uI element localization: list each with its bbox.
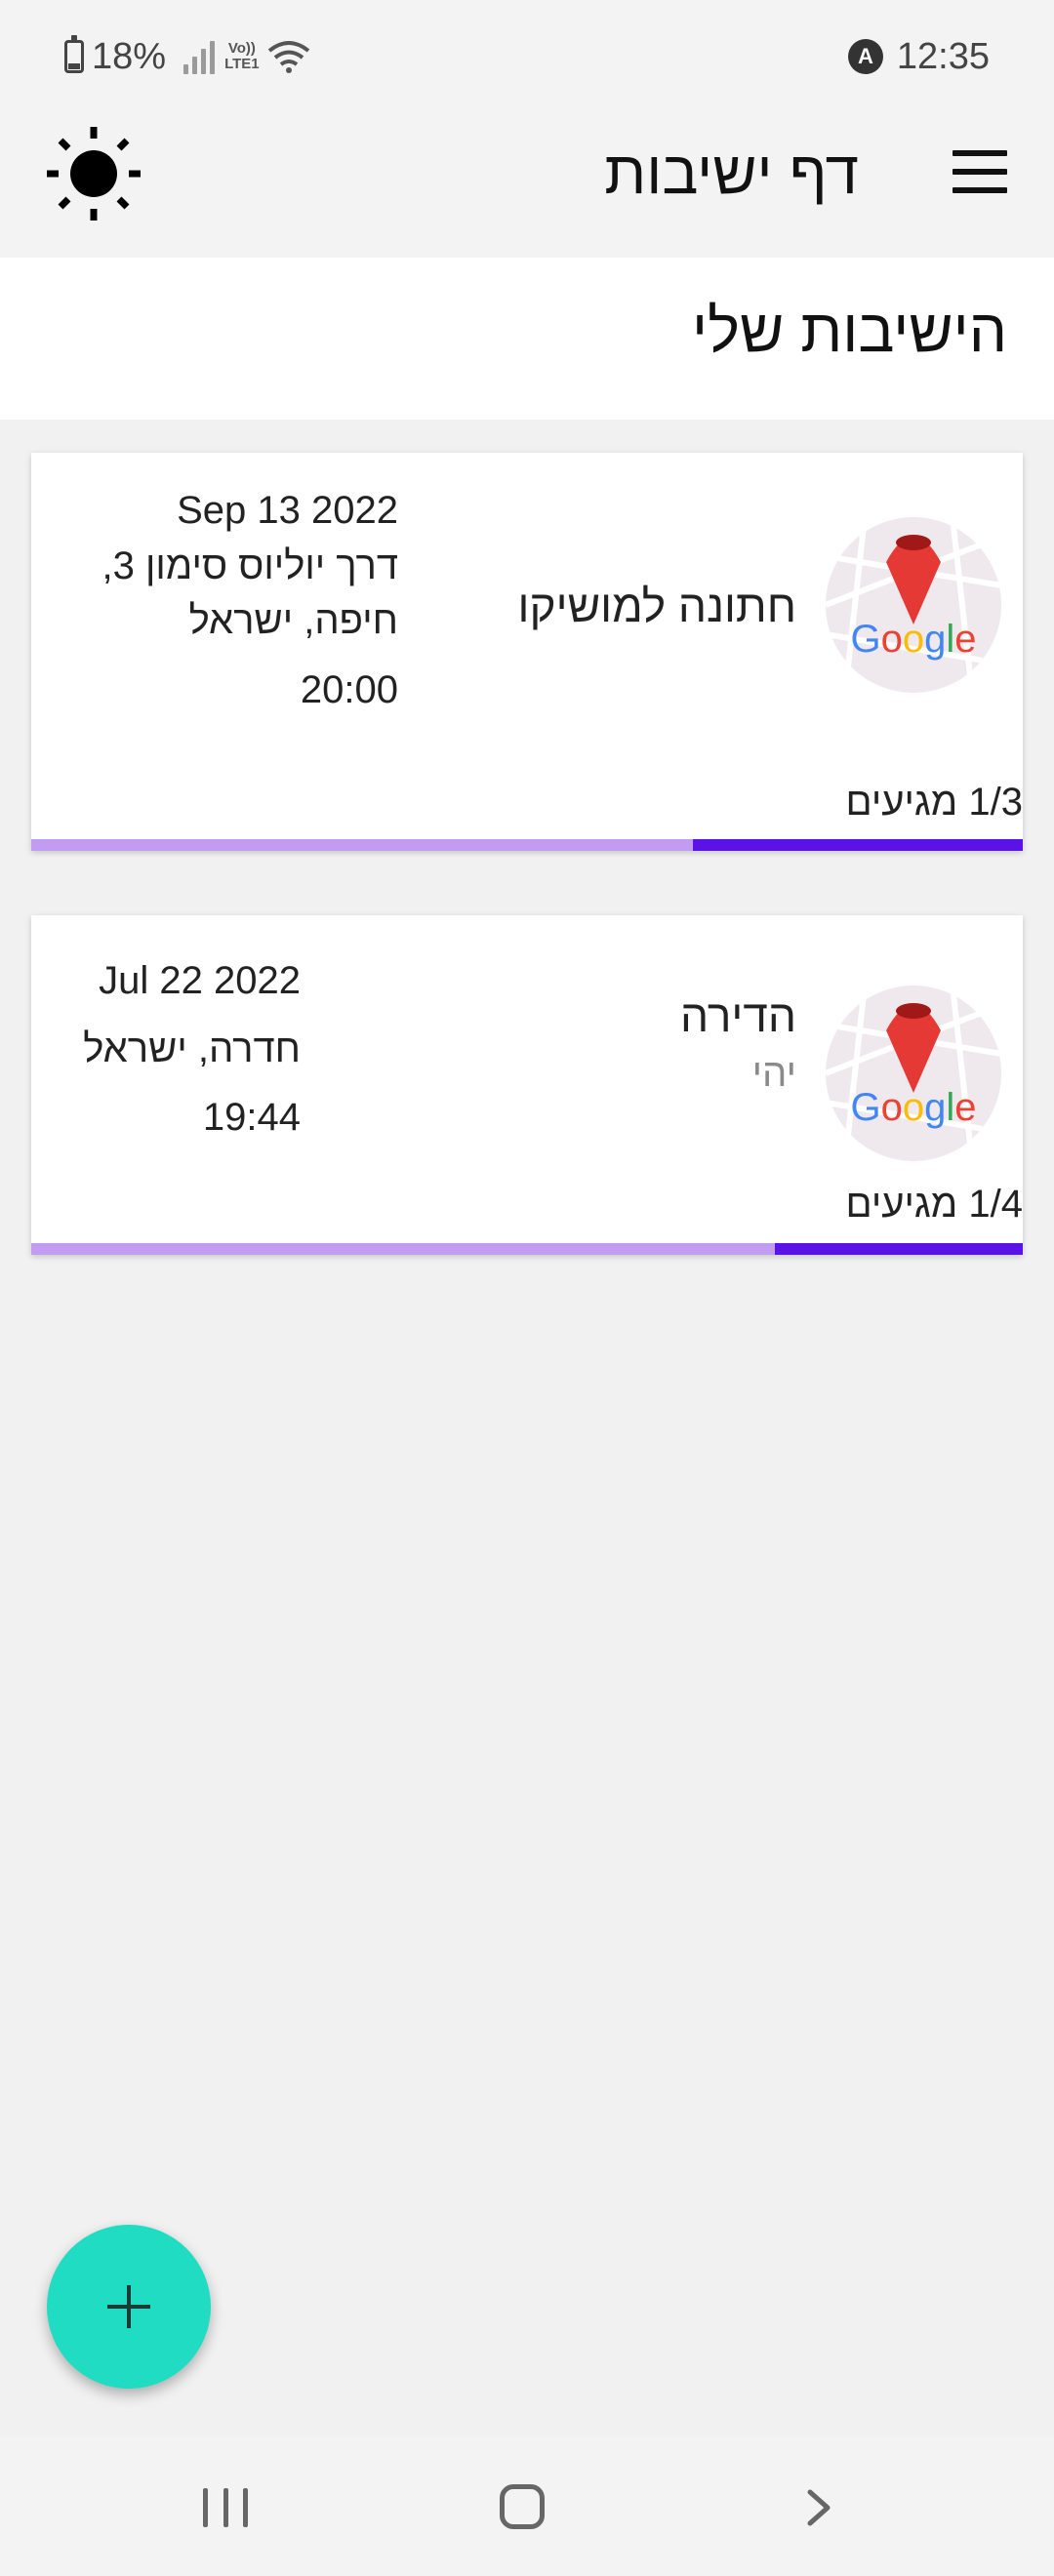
meeting-info: Jul 22 2022 חדרה, ישראל 19:44 [47,945,301,1146]
meeting-location-line2: חיפה, ישראל [188,599,398,642]
back-icon[interactable] [798,2488,837,2527]
meeting-title: חתונה למושיקו [517,581,796,631]
arrivals-progress [31,1243,1023,1255]
recents-icon[interactable] [203,2488,248,2527]
section-title: הישיבות שלי [692,298,1007,365]
meeting-title: הדירה [680,990,796,1041]
meeting-card[interactable]: Sep 13 2022 דרך יוליוס סימון 3, חיפה, יש… [31,453,1023,851]
status-left: 18% Vo)) LTE1 [64,29,310,84]
google-maps-icon: Google [826,986,1001,1161]
signal-icon [183,39,217,74]
plus-icon [107,2285,150,2328]
status-right: A 12:35 [847,29,990,84]
volte-icon: Vo)) LTE1 [224,40,260,72]
battery-level: 18% [92,35,167,77]
app-bar: דף ישיבות [0,115,1054,258]
meeting-time: 20:00 [300,668,398,711]
home-icon[interactable] [500,2484,545,2529]
svg-text:Google: Google [850,618,976,661]
meeting-location: חדרה, ישראל [83,1027,301,1070]
svg-text:Google: Google [850,1086,976,1129]
page-title: דף ישיבות [604,140,859,207]
arrivals-progress-fill [775,1243,1023,1255]
meeting-location-line1: דרך יוליוס סימון 3, [101,544,399,587]
brightness-icon[interactable] [43,123,144,224]
notification-a-icon: A [847,39,883,74]
add-meeting-button[interactable] [47,2225,211,2389]
meeting-info: Sep 13 2022 דרך יוליוס סימון 3, חיפה, יש… [47,482,399,718]
meeting-date: Sep 13 2022 [177,489,398,532]
wifi-icon [267,41,309,73]
meeting-time: 19:44 [202,1096,301,1139]
navigation-bar [0,2437,1054,2576]
arrivals-count: 1/3 מגיעים [845,781,1023,824]
menu-icon[interactable] [949,144,1011,199]
google-maps-icon: Google [826,517,1001,693]
arrivals-progress [31,839,1023,851]
arrivals-count: 1/4 מגיעים [845,1183,1023,1226]
battery-icon [64,35,84,73]
section-header: הישיבות שלי [0,258,1054,420]
clock: 12:35 [896,35,990,77]
meeting-card[interactable]: Jul 22 2022 חדרה, ישראל 19:44 הדירה יהי … [31,915,1023,1255]
meeting-subtitle: יהי [751,1052,796,1095]
arrivals-progress-fill [692,839,1023,851]
meeting-date: Jul 22 2022 [99,959,301,1002]
status-bar: 18% Vo)) LTE1 A 12:35 [0,0,1054,115]
